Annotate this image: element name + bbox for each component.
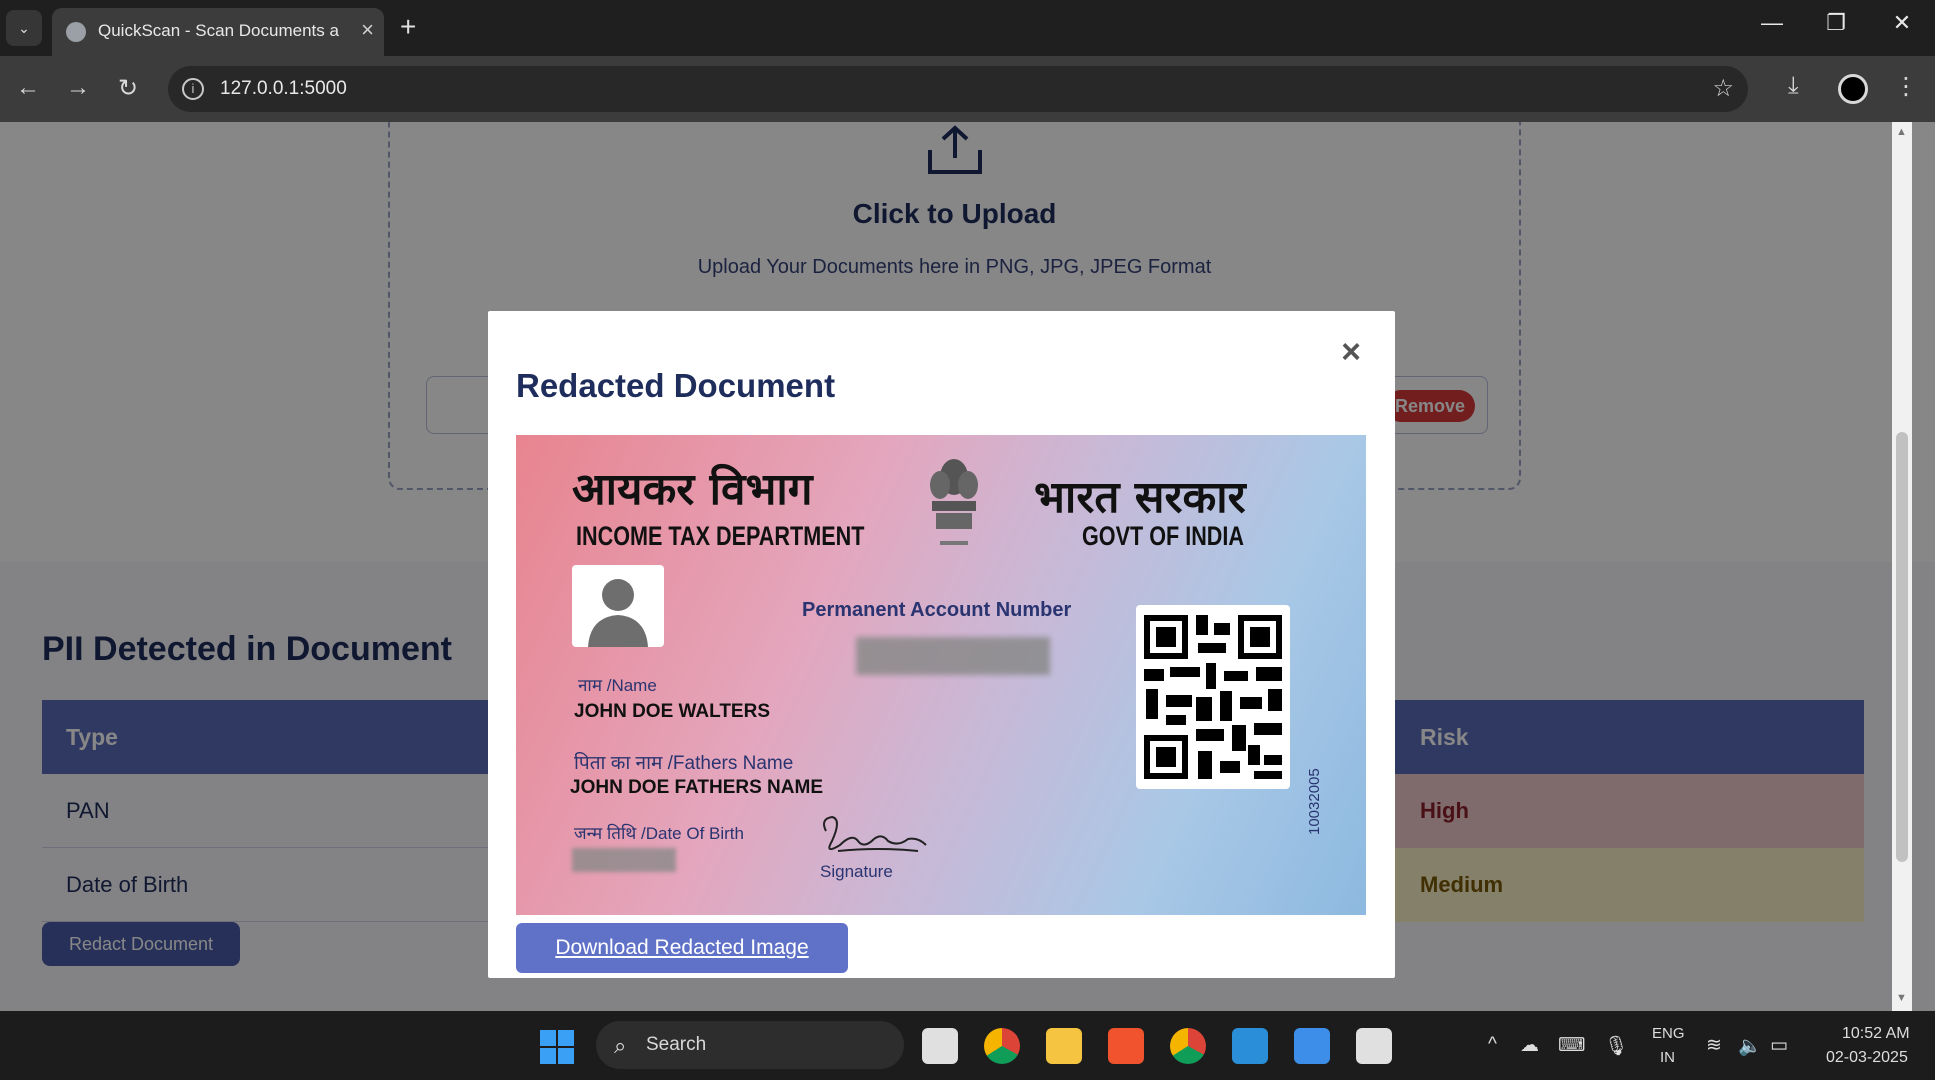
- profile-avatar-icon[interactable]: [1838, 74, 1868, 104]
- tab-title: QuickScan - Scan Documents a: [98, 21, 339, 40]
- modal-close-icon[interactable]: ×: [1341, 335, 1361, 369]
- browser-tab-bar: ⌄ QuickScan - Scan Documents a × + — ❐ ✕: [0, 0, 1935, 56]
- scroll-up-icon[interactable]: ▲: [1896, 126, 1907, 138]
- onedrive-cloud-icon[interactable]: ☁: [1520, 1034, 1539, 1057]
- dept-english-text: INCOME TAX DEPARTMENT: [576, 521, 865, 551]
- page-scrollbar[interactable]: ▲ ▼: [1892, 122, 1912, 1011]
- redacted-pan-card-image: आयकर विभाग INCOME TAX DEPARTMENT भारत सर…: [516, 435, 1366, 915]
- govt-english-text: GOVT OF INDIA: [1082, 521, 1244, 551]
- browser-toolbar: ← → ↻ i 127.0.0.1:5000 ☆ ⤓ ⋮: [0, 56, 1935, 122]
- bookmark-star-icon[interactable]: ☆: [1712, 74, 1734, 103]
- language-indicator[interactable]: ENG: [1652, 1025, 1685, 1042]
- download-redacted-image-button[interactable]: Download Redacted Image: [516, 923, 848, 973]
- snipping-tool-icon[interactable]: [1356, 1028, 1392, 1064]
- modal-title: Redacted Document: [516, 367, 836, 404]
- govt-hindi-text: भारत सरकार: [1034, 472, 1246, 523]
- redacted-document-modal: × Redacted Document आयकर विभाग INCOME TA…: [488, 311, 1395, 978]
- task-view-icon[interactable]: [922, 1028, 958, 1064]
- notepad-icon[interactable]: [1294, 1028, 1330, 1064]
- chrome-icon[interactable]: [1170, 1028, 1206, 1064]
- name-value: JOHN DOE WALTERS: [574, 701, 770, 722]
- site-info-icon[interactable]: i: [182, 78, 204, 100]
- redacted-pan-number: [856, 637, 1050, 675]
- dept-hindi-text: आयकर विभाग: [572, 464, 813, 515]
- signature-image: [823, 815, 927, 852]
- national-emblem-icon: [930, 459, 978, 545]
- serial-number: 10032005: [1306, 768, 1323, 835]
- vscode-icon[interactable]: [1232, 1028, 1268, 1064]
- new-tab-plus-icon[interactable]: +: [400, 12, 416, 42]
- globe-icon: [66, 22, 86, 42]
- restore-icon[interactable]: ❐: [1816, 10, 1856, 36]
- qr-code-icon: [1136, 605, 1290, 789]
- more-menu-icon[interactable]: ⋮: [1894, 72, 1918, 101]
- back-arrow-icon[interactable]: ←: [16, 74, 40, 102]
- minimize-icon[interactable]: —: [1752, 10, 1792, 36]
- reload-icon[interactable]: ↻: [118, 74, 138, 103]
- redacted-dob: [572, 848, 676, 872]
- signature-label: Signature: [820, 862, 893, 881]
- windows-start-icon[interactable]: [540, 1030, 574, 1064]
- volume-icon[interactable]: 🔈: [1738, 1034, 1762, 1058]
- wifi-icon[interactable]: ≋: [1706, 1034, 1722, 1057]
- microphone-icon[interactable]: 🎙: [1604, 1034, 1628, 1058]
- pan-label: Permanent Account Number: [802, 599, 1072, 621]
- taskbar-search-box[interactable]: ⌕ Search: [596, 1021, 904, 1069]
- show-hidden-icons-chevron-icon[interactable]: ^: [1488, 1034, 1497, 1056]
- photo-placeholder-icon: [572, 565, 664, 647]
- region-indicator[interactable]: IN: [1660, 1049, 1675, 1066]
- fathers-name-label: पिता का नाम /Fathers Name: [574, 753, 794, 774]
- battery-icon[interactable]: ▭: [1770, 1034, 1788, 1057]
- clock-date[interactable]: 02-03-2025: [1826, 1049, 1908, 1067]
- name-label: नाम /Name: [578, 676, 657, 695]
- forward-arrow-icon[interactable]: →: [66, 74, 90, 102]
- search-icon: ⌕: [614, 1033, 627, 1058]
- tab-close-icon[interactable]: ×: [361, 18, 374, 42]
- file-explorer-icon[interactable]: [1046, 1028, 1082, 1064]
- keyboard-icon[interactable]: ⌨: [1558, 1034, 1585, 1057]
- download-icon[interactable]: ⤓: [1788, 72, 1799, 100]
- window-close-icon[interactable]: ✕: [1882, 10, 1922, 36]
- chrome-active-icon[interactable]: [984, 1028, 1020, 1064]
- dob-label: जन्म तिथि /Date Of Birth: [574, 824, 744, 843]
- scroll-thumb[interactable]: [1896, 432, 1908, 862]
- scroll-down-icon[interactable]: ▼: [1896, 992, 1907, 1004]
- desktop-screen: ⌄ QuickScan - Scan Documents a × + — ❐ ✕…: [0, 0, 1935, 1080]
- taskbar-search-label: Search: [646, 1034, 707, 1055]
- clock-time[interactable]: 10:52 AM: [1842, 1025, 1910, 1043]
- windows-taskbar: ⌕ Search ^ ☁ ⌨ 🎙 ENG IN ≋ 🔈 ▭ 10:52 AM 0…: [0, 1011, 1935, 1080]
- tab-search-chevron-icon[interactable]: ⌄: [6, 10, 42, 46]
- fathers-name-value: JOHN DOE FATHERS NAME: [570, 777, 824, 798]
- brave-browser-icon[interactable]: [1108, 1028, 1144, 1064]
- browser-tab[interactable]: QuickScan - Scan Documents a ×: [52, 8, 384, 56]
- page-viewport: Click to Upload Upload Your Documents he…: [0, 122, 1935, 1011]
- system-tray: ^ ☁ ⌨ 🎙 ENG IN ≋ 🔈 ▭ 10:52 AM 02-03-2025: [1480, 1011, 1935, 1080]
- url-text: 127.0.0.1:5000: [220, 78, 347, 99]
- address-bar[interactable]: i 127.0.0.1:5000 ☆: [168, 66, 1748, 112]
